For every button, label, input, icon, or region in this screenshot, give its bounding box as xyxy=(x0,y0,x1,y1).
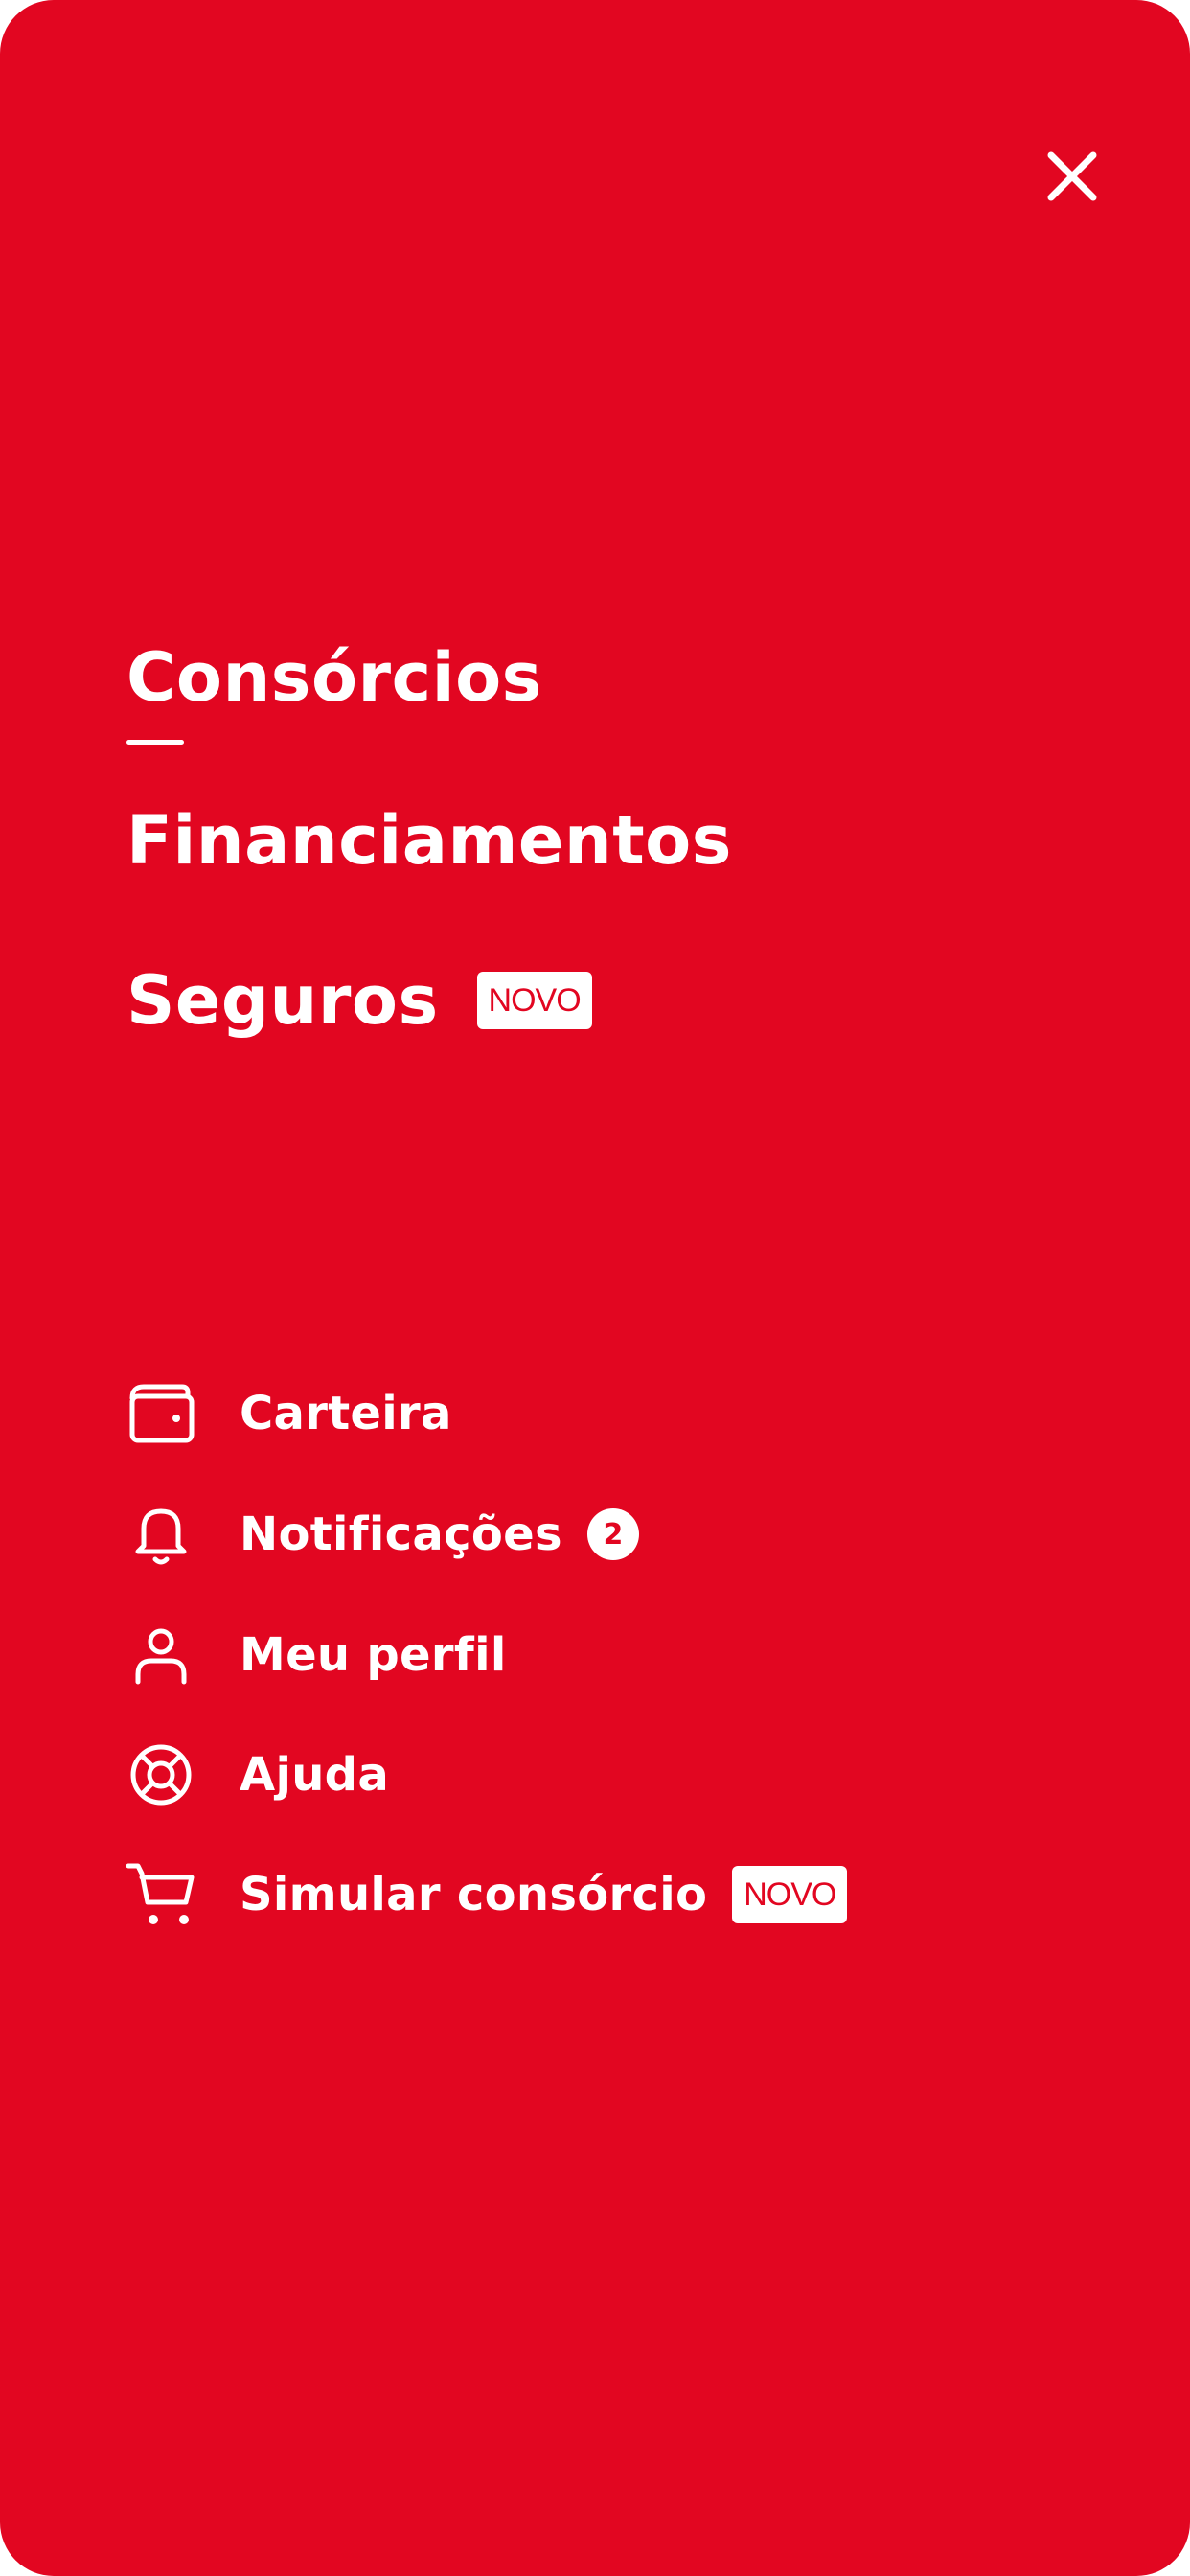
menu-item-carteira[interactable]: Carteira xyxy=(126,1375,452,1452)
notification-count-badge: 2 xyxy=(586,1508,639,1560)
main-nav-item-seguros[interactable]: Seguros NOVO xyxy=(126,960,592,1041)
wallet-icon xyxy=(126,1379,195,1448)
main-nav-label: Financiamentos xyxy=(126,801,732,880)
close-button[interactable] xyxy=(1030,134,1114,218)
new-badge: NOVO xyxy=(732,1866,848,1923)
active-indicator xyxy=(126,740,184,745)
menu-item-label: Simular consórcio xyxy=(240,1868,708,1921)
menu-item-label: Meu perfil xyxy=(240,1628,507,1682)
main-nav-item-financiamentos[interactable]: Financiamentos xyxy=(126,800,732,881)
main-nav-item-consorcios[interactable]: Consórcios xyxy=(126,637,542,745)
menu-panel: Consórcios Financiamentos Seguros NOVO C… xyxy=(0,0,1190,2576)
cart-icon xyxy=(126,1860,195,1929)
close-icon xyxy=(1047,151,1097,201)
menu-item-ajuda[interactable]: Ajuda xyxy=(126,1736,389,1813)
menu-item-notificacoes[interactable]: Notificações 2 xyxy=(126,1496,639,1573)
menu-item-label: Notificações xyxy=(240,1507,562,1561)
new-badge: NOVO xyxy=(476,972,592,1029)
menu-item-meu-perfil[interactable]: Meu perfil xyxy=(126,1617,507,1693)
menu-item-label: Ajuda xyxy=(240,1748,390,1802)
lifebuoy-icon xyxy=(126,1740,195,1809)
menu-item-simular-consorcio[interactable]: Simular consórcio NOVO xyxy=(126,1856,848,1933)
user-icon xyxy=(126,1621,195,1690)
menu-item-label: Carteira xyxy=(240,1387,452,1440)
bell-icon xyxy=(126,1500,195,1569)
main-nav-label: Consórcios xyxy=(126,638,542,717)
main-nav-label: Seguros xyxy=(126,961,439,1040)
